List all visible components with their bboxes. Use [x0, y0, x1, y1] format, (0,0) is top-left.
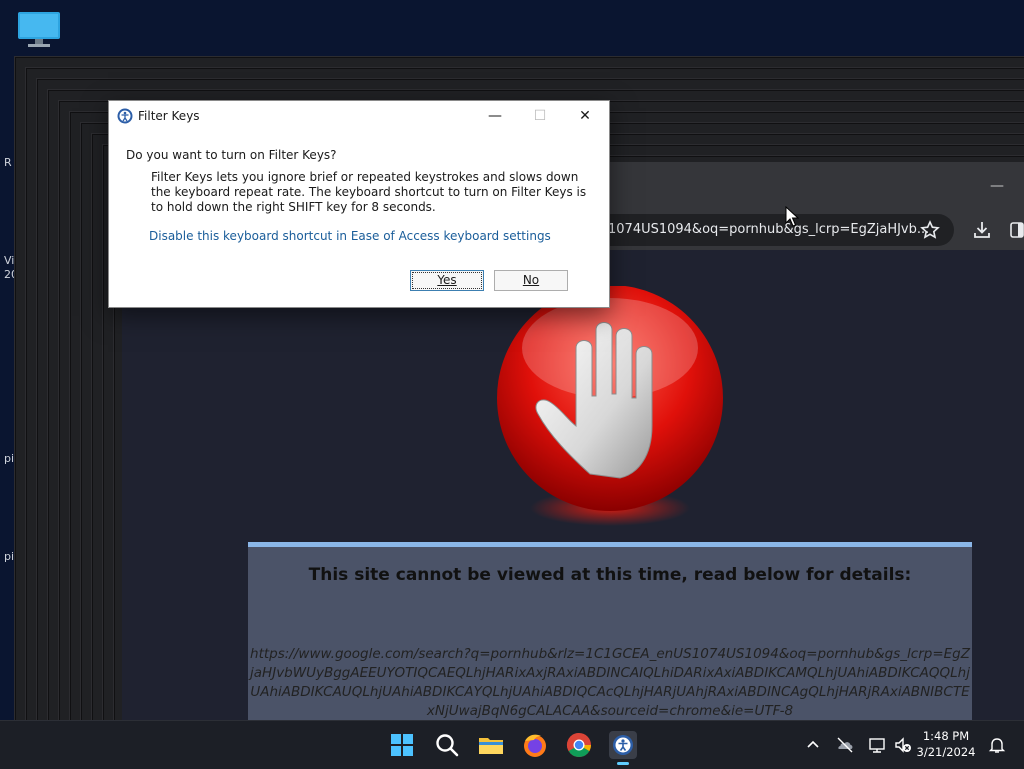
- desktop-label-fragment: R: [4, 156, 12, 169]
- blocked-url-text: https://www.google.com/search?q=pornhub&…: [250, 646, 970, 719]
- download-icon[interactable]: [972, 220, 992, 240]
- system-clock[interactable]: 1:48 PM 3/21/2024: [916, 728, 976, 760]
- dialog-maximize-button: ☐: [533, 108, 547, 124]
- start-icon[interactable]: [386, 729, 418, 761]
- address-bar-url: 1074US1094&oq=pornhub&gs_lcrp=EgZjaHJvb.…: [608, 222, 930, 237]
- app-icon: [609, 731, 637, 759]
- clock-date: 3/21/2024: [916, 745, 976, 759]
- onedrive-icon[interactable]: [835, 735, 855, 755]
- blocked-page: This site cannot be viewed at this time,…: [122, 250, 1024, 720]
- search-icon[interactable]: [431, 729, 463, 761]
- no-button[interactable]: No: [494, 270, 568, 291]
- block-notice: This site cannot be viewed at this time,…: [248, 542, 972, 720]
- browser-minimize-button[interactable]: —: [990, 178, 1004, 194]
- notice-heading: This site cannot be viewed at this time,…: [308, 565, 912, 585]
- taskbar: 1:48 PM 3/21/2024: [0, 720, 1024, 769]
- clock-time: 1:48 PM: [922, 729, 970, 743]
- yes-button-label: Yes: [437, 273, 457, 287]
- this-pc-icon[interactable]: [16, 10, 62, 50]
- dialog-description: Filter Keys lets you ignore brief or rep…: [151, 170, 587, 214]
- volume-muted-icon[interactable]: [893, 735, 913, 755]
- dialog-title: Filter Keys: [138, 109, 200, 123]
- chevron-up-icon[interactable]: [803, 735, 823, 755]
- dialog-question: Do you want to turn on Filter Keys?: [126, 148, 337, 162]
- ease-of-access-taskbar-button[interactable]: [607, 729, 639, 765]
- yes-button[interactable]: Yes: [410, 270, 484, 291]
- bookmark-star-icon[interactable]: [920, 220, 940, 240]
- ease-of-access-icon: [117, 108, 133, 124]
- dialog-minimize-button[interactable]: —: [472, 101, 518, 131]
- desktop-label-fragment: pi: [4, 452, 15, 465]
- dialog-close-button[interactable]: ✕: [562, 101, 608, 131]
- network-icon[interactable]: [867, 735, 887, 755]
- firefox-icon[interactable]: [519, 729, 551, 761]
- desktop-label-fragment: Vi: [4, 254, 15, 267]
- file-explorer-icon[interactable]: [475, 729, 507, 761]
- stop-hand-icon: [497, 286, 723, 526]
- ease-of-access-settings-link[interactable]: Disable this keyboard shortcut in Ease o…: [149, 229, 551, 243]
- dialog-titlebar: Filter Keys — ☐ ✕: [109, 101, 609, 131]
- mouse-cursor-icon: [785, 206, 799, 227]
- side-panel-icon[interactable]: [1010, 222, 1024, 238]
- desktop-label-fragment: pi: [4, 550, 15, 563]
- chrome-icon[interactable]: [563, 729, 595, 761]
- no-button-label: No: [522, 273, 540, 287]
- filter-keys-dialog: Filter Keys — ☐ ✕ Do you want to turn on…: [108, 100, 610, 308]
- notification-bell-icon[interactable]: [987, 735, 1007, 755]
